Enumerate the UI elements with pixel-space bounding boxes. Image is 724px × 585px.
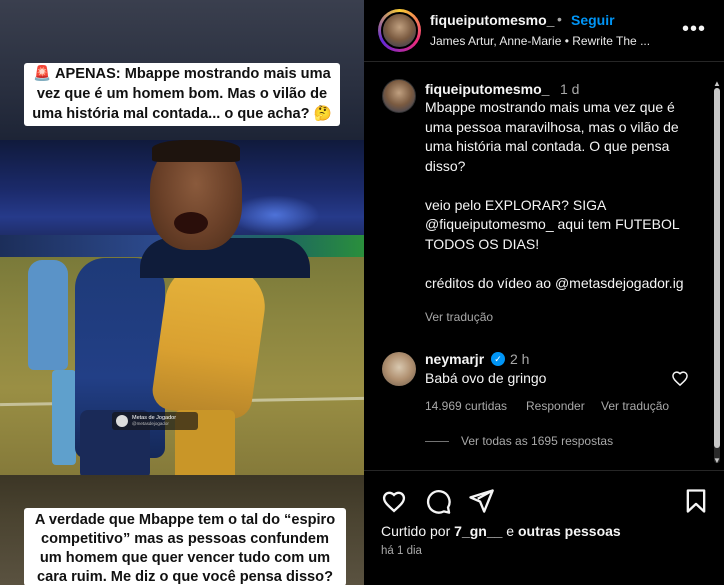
comments-scroll-area[interactable]: fiqueiputomesmo_ 1 d Mbappe mostrando ma…	[364, 63, 724, 468]
liked-by-summary[interactable]: Curtido por 7_gn__ e outras pessoas	[381, 523, 621, 539]
comment-reply-button[interactable]: Responder	[526, 399, 585, 413]
stadium-lights	[230, 195, 320, 235]
watermark-logo-icon	[116, 415, 128, 427]
liked-by-prefix: Curtido por	[381, 523, 455, 539]
bookmark-icon[interactable]	[682, 487, 710, 515]
caption-avatar[interactable]	[382, 79, 416, 113]
comment-likes-count[interactable]: 14.969 curtidas	[425, 399, 507, 413]
comment-timestamp: 2 h	[510, 351, 530, 367]
reel-video-panel[interactable]: Metas de Jogador @metasdejogador 🚨 APENA…	[0, 0, 364, 585]
watermark-handle: @metasdejogador	[132, 421, 169, 426]
post-header: fiqueiputomesmo_ • Seguir James Artur, A…	[364, 0, 724, 62]
video-frame[interactable]: Metas de Jogador @metasdejogador	[0, 140, 364, 475]
author-username[interactable]: fiqueiputomesmo_	[430, 12, 554, 28]
heart-icon[interactable]	[380, 487, 408, 515]
video-caption-bottom: A verdade que Mbappe tem o tal do “espir…	[24, 508, 346, 585]
comment-translate-link[interactable]: Ver tradução	[601, 399, 669, 413]
scroll-up-arrow-icon[interactable]: ▲	[713, 80, 721, 88]
comments-scrollbar[interactable]	[714, 88, 720, 463]
follow-button[interactable]: Seguir	[571, 12, 615, 28]
scroll-down-arrow-icon[interactable]: ▼	[713, 457, 721, 465]
audio-track-link[interactable]: James Artur, Anne-Marie • Rewrite The ..…	[430, 34, 650, 48]
player-shirt-overlay	[140, 238, 310, 278]
comment-username[interactable]: neymarjr	[425, 351, 484, 367]
verified-badge-icon: ✓	[491, 352, 505, 366]
scrollbar-thumb[interactable]	[714, 88, 720, 448]
post-side-panel: fiqueiputomesmo_ • Seguir James Artur, A…	[364, 0, 724, 585]
more-options-icon[interactable]: •••	[682, 18, 706, 41]
comment-like-heart-icon[interactable]	[670, 368, 690, 388]
comment-avatar[interactable]	[382, 352, 416, 386]
view-replies-button[interactable]: Ver todas as 1695 respostas	[461, 434, 613, 448]
avatar[interactable]	[381, 12, 418, 49]
liked-by-user[interactable]: 7_gn__	[454, 523, 502, 539]
post-date: há 1 dia	[381, 545, 422, 557]
comment-icon[interactable]	[424, 487, 452, 515]
separator-dot: •	[557, 11, 562, 27]
liked-by-others[interactable]: outras pessoas	[518, 523, 621, 539]
caption-text: Mbappe mostrando mais uma vez que é uma …	[425, 99, 684, 291]
video-caption-top: 🚨 APENAS: Mbappe mostrando mais uma vez …	[24, 63, 340, 126]
player-mouth	[174, 212, 208, 234]
referee-figure	[28, 260, 68, 370]
video-watermark: Metas de Jogador @metasdejogador	[112, 412, 198, 430]
referee-legs	[52, 370, 76, 465]
caption-timestamp: 1 d	[560, 81, 580, 97]
replies-divider	[425, 441, 449, 442]
caption-translate-link[interactable]: Ver tradução	[425, 310, 493, 324]
comment-text: Babá ovo de gringo	[425, 370, 547, 386]
caption-username[interactable]: fiqueiputomesmo_	[425, 81, 549, 97]
liked-by-conj: e	[502, 523, 518, 539]
share-icon[interactable]	[467, 487, 495, 515]
player-hair	[152, 140, 240, 162]
